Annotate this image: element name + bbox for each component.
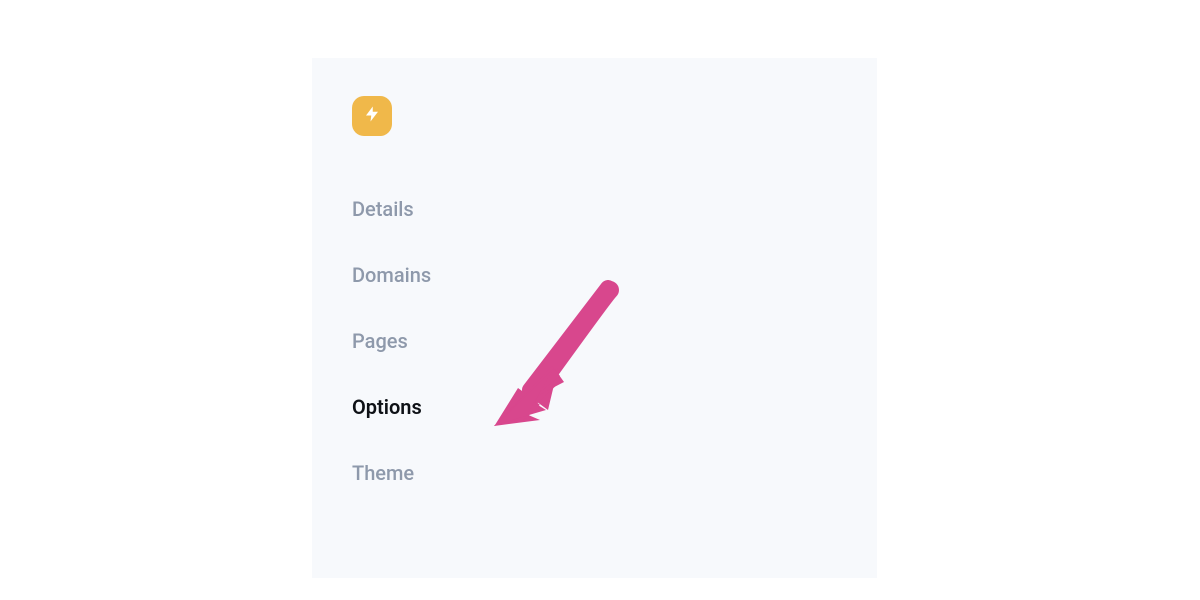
nav-item-label: Details — [352, 197, 414, 221]
logo-badge[interactable] — [352, 96, 392, 136]
nav-item-theme[interactable]: Theme — [352, 460, 837, 486]
sidebar-panel: Details Domains Pages Options Theme — [312, 58, 877, 578]
nav-item-label: Theme — [352, 461, 414, 485]
nav-item-label: Domains — [352, 263, 431, 287]
nav-item-label: Pages — [352, 329, 408, 353]
nav-list: Details Domains Pages Options Theme — [352, 196, 837, 486]
lightning-icon — [363, 103, 381, 129]
nav-item-details[interactable]: Details — [352, 196, 837, 222]
nav-item-label: Options — [352, 395, 422, 419]
nav-item-domains[interactable]: Domains — [352, 262, 837, 288]
nav-item-pages[interactable]: Pages — [352, 328, 837, 354]
nav-item-options[interactable]: Options — [352, 394, 837, 420]
